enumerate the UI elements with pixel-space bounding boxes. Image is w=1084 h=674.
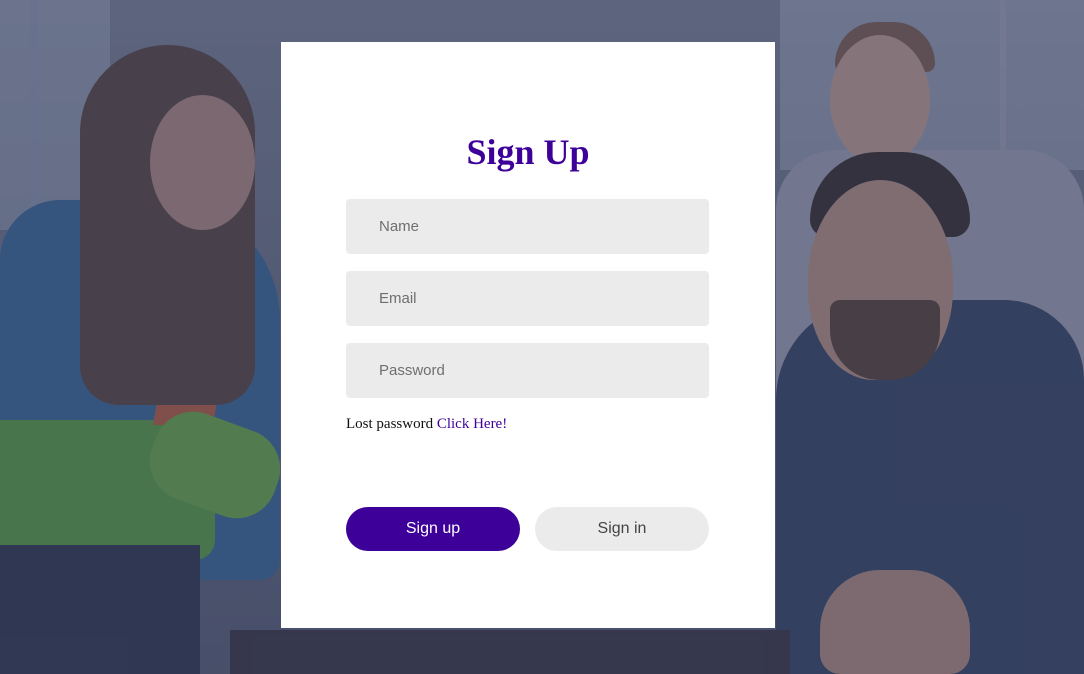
sign-in-button[interactable]: Sign in [535,507,709,551]
email-input[interactable] [346,271,709,326]
lost-password-row: Lost password Click Here! [346,416,507,433]
sign-up-button[interactable]: Sign up [346,507,520,551]
name-input[interactable] [346,199,709,254]
page-title: Sign Up [466,132,590,172]
signup-card: Sign Up Lost password Click Here! Sign u… [281,42,775,628]
lost-password-text: Lost password [346,416,434,432]
password-input[interactable] [346,343,709,398]
lost-password-link[interactable]: Click Here! [437,416,507,432]
